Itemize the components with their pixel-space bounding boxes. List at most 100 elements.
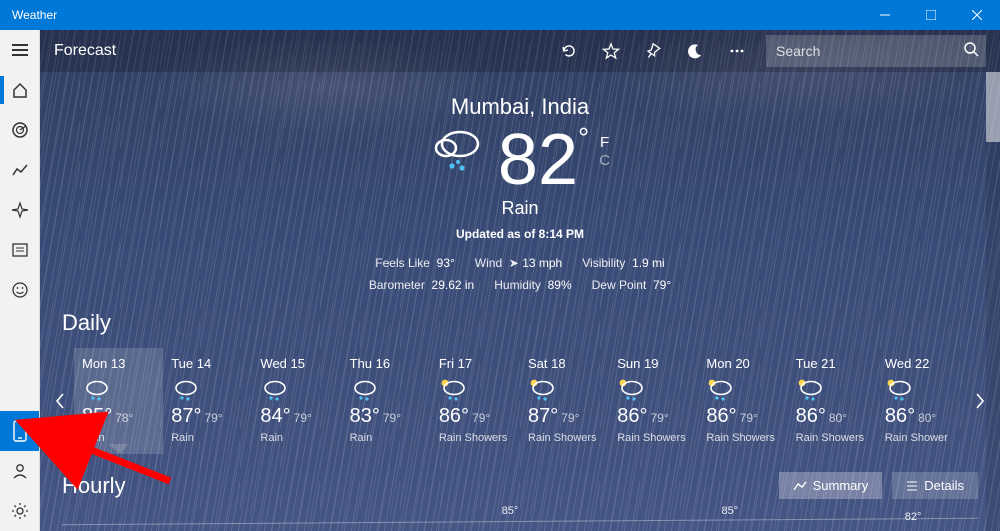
day-condition: Rain Shower xyxy=(885,432,958,444)
day-temps: 84°79° xyxy=(260,405,333,428)
moon-icon xyxy=(686,42,704,60)
daily-card[interactable]: Thu 1683°79°Rain xyxy=(342,348,431,454)
day-condition-icon xyxy=(260,377,333,399)
day-condition-icon xyxy=(528,377,601,399)
day-condition: Rain Showers xyxy=(706,432,779,444)
summary-icon xyxy=(793,480,807,492)
daily-card[interactable]: Tue 21 86°80° Rain Showers xyxy=(788,348,877,454)
day-condition-icon xyxy=(439,377,512,399)
nav-forecast[interactable] xyxy=(0,70,39,110)
day-temps: 86°79° xyxy=(617,405,690,428)
page-title: Forecast xyxy=(54,42,116,60)
hourly-heading: Hourly xyxy=(62,473,126,499)
smiley-icon xyxy=(11,281,29,299)
daily-card[interactable]: Tue 14 87°79° Rain xyxy=(163,348,252,454)
favorite-button[interactable] xyxy=(590,30,632,72)
day-label: Mon 20 xyxy=(706,356,779,371)
command-bar: Forecast xyxy=(40,30,1000,72)
day-label: Wed 15 xyxy=(260,356,333,371)
updated-timestamp: Updated as of 8:14 PM xyxy=(40,227,1000,241)
nav-launch-tips[interactable] xyxy=(0,411,39,451)
close-button[interactable] xyxy=(954,0,1000,30)
sidebar xyxy=(0,30,40,531)
nav-feedback[interactable] xyxy=(0,270,39,310)
gear-icon xyxy=(11,502,29,520)
day-condition: Rain Showers xyxy=(796,432,869,444)
day-condition-icon xyxy=(706,377,779,399)
chart-line-icon xyxy=(11,161,29,179)
day-temps: 86°79° xyxy=(706,405,779,428)
scrollbar[interactable] xyxy=(986,72,1000,531)
star-icon xyxy=(602,42,620,60)
nav-news[interactable] xyxy=(0,230,39,270)
day-label: Fri 17 xyxy=(439,356,512,371)
nav-account[interactable] xyxy=(0,451,39,491)
day-condition-icon xyxy=(796,377,869,399)
day-condition-icon xyxy=(350,377,423,399)
search-icon xyxy=(963,41,979,62)
refresh-button[interactable] xyxy=(548,30,590,72)
news-icon xyxy=(11,241,29,259)
maximize-button[interactable] xyxy=(908,0,954,30)
day-condition: Rain xyxy=(82,432,155,444)
person-icon xyxy=(11,462,29,480)
main-content: Forecast Mumbai, India 82° xyxy=(40,30,1000,531)
day-label: Tue 14 xyxy=(171,356,244,371)
daily-card[interactable]: Fri 17 86°79° Rain Showers xyxy=(431,348,520,454)
current-condition-icon xyxy=(430,124,488,181)
day-temps: 86°80° xyxy=(796,405,869,428)
day-condition-icon xyxy=(885,377,958,399)
daily-card[interactable]: Wed 15 84°79° Rain xyxy=(252,348,341,454)
current-condition: Rain xyxy=(40,198,1000,219)
current-temperature: 82° xyxy=(498,124,589,196)
window-title: Weather xyxy=(12,8,862,22)
details-icon xyxy=(906,480,918,492)
ellipsis-icon xyxy=(728,42,746,60)
day-temps: 86°79° xyxy=(439,405,512,428)
hourly-point: 85° xyxy=(502,505,519,517)
daily-list: Mon 1385°78°RainTue 1487°79°RainWed 1584… xyxy=(74,348,966,454)
daily-card[interactable]: Mon 1385°78°Rain xyxy=(74,348,163,454)
day-label: Tue 21 xyxy=(796,356,869,371)
daily-card[interactable]: Wed 22 86°80° Rain Shower xyxy=(877,348,966,454)
day-condition: Rain Showers xyxy=(439,432,512,444)
radar-icon xyxy=(11,121,29,139)
nav-maps[interactable] xyxy=(0,110,39,150)
daily-card[interactable]: Sun 1986°79°Rain Showers xyxy=(609,348,698,454)
day-label: Thu 16 xyxy=(350,356,423,371)
summary-button[interactable]: Summary xyxy=(779,472,883,499)
unit-celsius[interactable]: C xyxy=(599,152,610,169)
day-temps: 85°78° xyxy=(82,405,155,428)
hamburger-button[interactable] xyxy=(0,30,39,70)
day-temps: 86°80° xyxy=(885,405,958,428)
pin-button[interactable] xyxy=(632,30,674,72)
daily-prev-button[interactable] xyxy=(46,346,74,456)
day-label: Sun 19 xyxy=(617,356,690,371)
search-box[interactable] xyxy=(766,35,986,67)
day-condition: Rain xyxy=(260,432,333,444)
hourly-point: 82° xyxy=(905,511,922,523)
day-temps: 87°79° xyxy=(528,405,601,428)
home-icon xyxy=(11,81,29,99)
unit-fahrenheit[interactable]: F xyxy=(599,134,610,151)
day-condition-icon xyxy=(82,377,155,399)
day-condition: Rain xyxy=(171,432,244,444)
refresh-icon xyxy=(560,42,578,60)
night-mode-button[interactable] xyxy=(674,30,716,72)
day-label: Wed 22 xyxy=(885,356,958,371)
daily-card[interactable]: Mon 20 86°79° Rain Showers xyxy=(698,348,787,454)
hourly-chart[interactable]: 79° 79° 85° 85° 82° xyxy=(62,505,978,531)
day-temps: 87°79° xyxy=(171,405,244,428)
search-input[interactable] xyxy=(776,43,957,59)
sparkle-icon xyxy=(11,201,29,219)
scroll-area[interactable]: Mumbai, India 82° F C Rain Updated as of… xyxy=(40,72,1000,531)
daily-card[interactable]: Sat 1887°79°Rain Showers xyxy=(520,348,609,454)
nav-settings[interactable] xyxy=(0,491,39,531)
nav-favorites[interactable] xyxy=(0,190,39,230)
nav-historical[interactable] xyxy=(0,150,39,190)
more-button[interactable] xyxy=(716,30,758,72)
minimize-button[interactable] xyxy=(862,0,908,30)
day-condition-icon xyxy=(171,377,244,399)
details-button[interactable]: Details xyxy=(892,472,978,499)
day-condition: Rain Showers xyxy=(528,432,601,444)
